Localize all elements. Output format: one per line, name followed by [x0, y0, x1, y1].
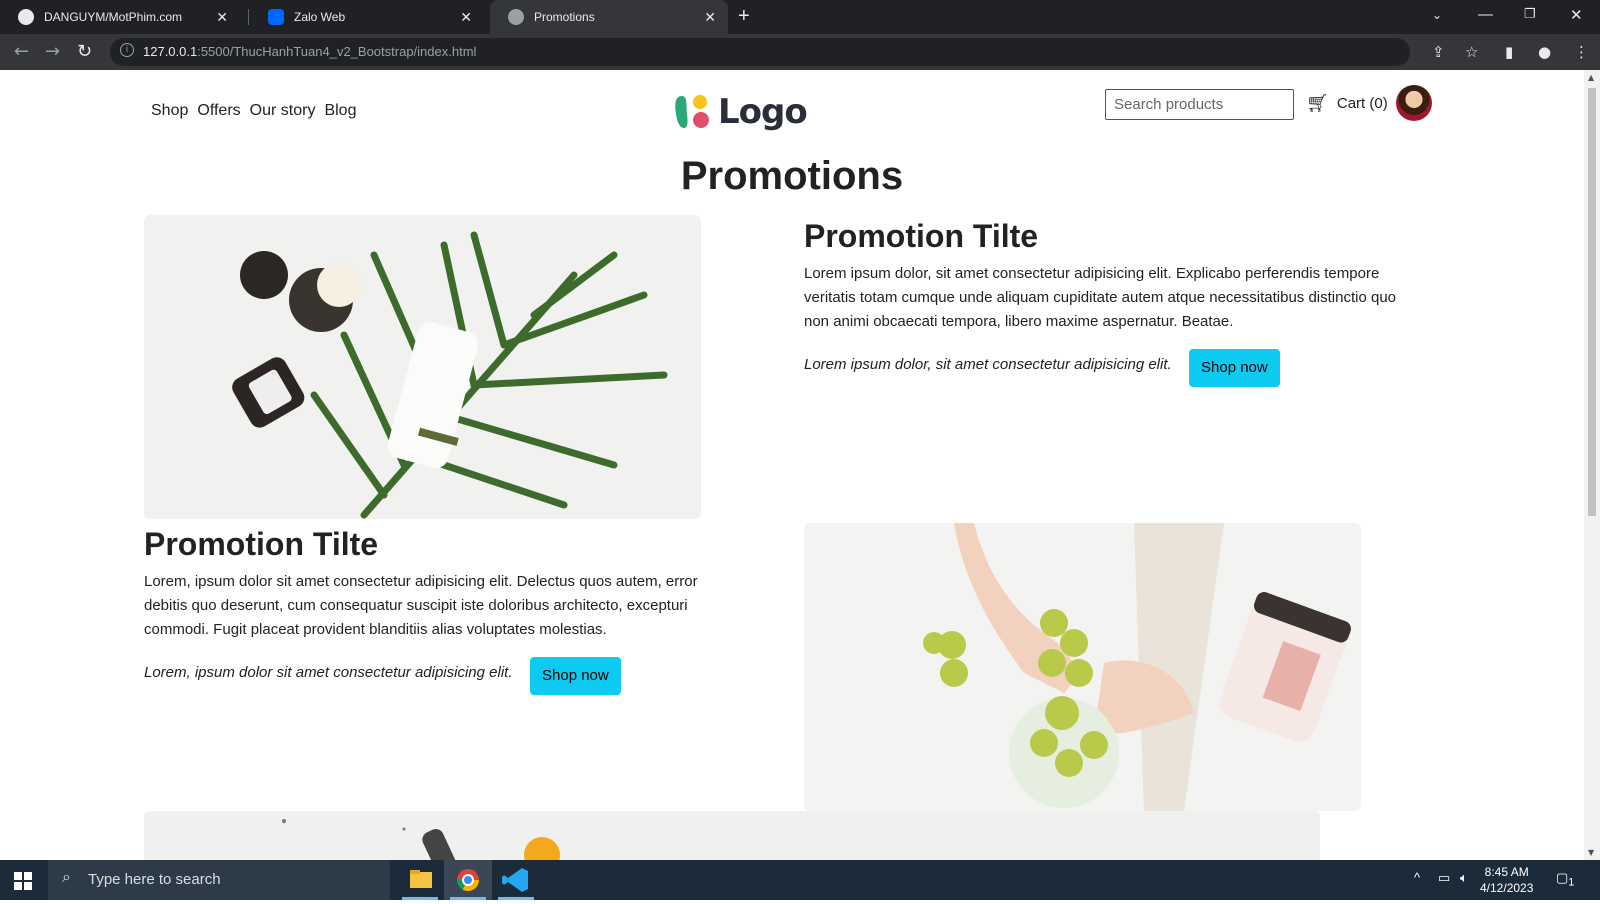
promotion-description-1: Lorem ipsum dolor, sit amet consectetur …: [804, 265, 1397, 330]
volume-muted-icon[interactable]: 🔈︎: [1460, 870, 1468, 886]
cart-label: Cart (0): [1336, 95, 1388, 112]
promotion-description-2: Lorem, ipsum dolor sit amet consectetur …: [144, 573, 698, 638]
nav-link-offers[interactable]: Offers: [197, 102, 240, 120]
logo-text: Logo: [718, 92, 808, 132]
browser-titlebar: DANGUYM/MotPhim.com ✕ Zalo Web ✕ Promoti…: [0, 0, 1600, 34]
main-nav: Shop Offers Our story Blog: [151, 102, 356, 120]
tab-promotions[interactable]: Promotions ✕: [490, 0, 728, 34]
tab-zalo[interactable]: Zalo Web ✕: [250, 0, 484, 34]
notification-count: 1: [1568, 876, 1575, 889]
network-icon[interactable]: ▭: [1438, 870, 1450, 886]
nav-link-blog[interactable]: Blog: [324, 102, 356, 120]
shop-now-button-2[interactable]: Shop now: [530, 657, 621, 695]
url-path: :5500/ThucHanhTuan4_v2_Bootstrap/index.h…: [197, 44, 477, 59]
close-icon[interactable]: ✕: [216, 9, 228, 26]
tab-label: Promotions: [534, 10, 595, 24]
tab-github[interactable]: DANGUYM/MotPhim.com ✕: [0, 0, 240, 34]
nav-link-shop[interactable]: Shop: [151, 102, 188, 120]
chrome-icon[interactable]: [444, 860, 492, 900]
promotion-image-1: [144, 215, 701, 519]
promotion-tagline-2: Lorem, ipsum dolor sit amet consectetur …: [144, 664, 513, 681]
back-arrow-icon[interactable]: ←: [14, 41, 29, 62]
forward-arrow-icon[interactable]: →: [45, 41, 60, 62]
tab-search-chevron-icon[interactable]: ⌄: [1432, 8, 1442, 22]
promotion-title-2: Promotion Tilte: [144, 526, 379, 562]
tab-label: DANGUYM/MotPhim.com: [44, 10, 183, 24]
address-bar[interactable]: i 127.0.0.1:5500/ThucHanhTuan4_v2_Bootst…: [110, 38, 1410, 66]
page-viewport: Shop Offers Our story Blog Logo Search p…: [0, 70, 1584, 860]
windows-taskbar: ⌕ Type here to search ^ ▭ 🔈︎ 8:45 AM 4/1…: [0, 860, 1600, 900]
page-title: Promotions: [680, 154, 904, 198]
tab-separator: [248, 9, 249, 25]
vscode-icon[interactable]: [492, 860, 540, 900]
github-icon: [18, 9, 34, 25]
tray-chevron-icon[interactable]: ^: [1414, 870, 1420, 885]
notification-icon[interactable]: ▢1: [1556, 870, 1574, 889]
cart-icon: 🛒︎: [1306, 93, 1329, 113]
side-panel-icon[interactable]: ▮: [1505, 43, 1513, 61]
promotion-image-2: [804, 523, 1361, 811]
new-tab-plus-icon[interactable]: +: [738, 5, 750, 28]
url-text[interactable]: 127.0.0.1:5500/ThucHanhTuan4_v2_Bootstra…: [143, 44, 476, 59]
tab-label: Zalo Web: [294, 10, 346, 24]
page-scrollbar[interactable]: ▲ ▼: [1584, 70, 1600, 860]
zalo-icon: [268, 9, 284, 25]
close-icon[interactable]: ✕: [460, 9, 472, 26]
avatar[interactable]: [1396, 85, 1432, 121]
promotion-title-1: Promotion Tilte: [804, 218, 1039, 254]
nav-link-our-story[interactable]: Our story: [250, 102, 316, 120]
reload-icon[interactable]: ↻: [77, 41, 92, 62]
browser-toolbar: ← → ↻ i 127.0.0.1:5500/ThucHanhTuan4_v2_…: [0, 34, 1600, 70]
file-explorer-icon[interactable]: [396, 860, 444, 900]
taskbar-search-placeholder: Type here to search: [88, 871, 221, 888]
scroll-up-arrow-icon[interactable]: ▲: [1588, 73, 1594, 82]
restore-icon[interactable]: ❐: [1524, 6, 1536, 22]
shop-now-button-1[interactable]: Shop now: [1189, 349, 1280, 387]
globe-icon: [508, 9, 524, 25]
promotion-image-3: [144, 811, 1320, 860]
search-icon: ⌕: [62, 869, 71, 886]
promotion-tagline-1: Lorem ipsum dolor, sit amet consectetur …: [804, 356, 1172, 373]
url-host: 127.0.0.1: [143, 44, 198, 59]
clock-date: 4/12/2023: [1480, 881, 1534, 895]
share-icon[interactable]: ⇪: [1432, 43, 1445, 61]
menu-kebab-icon[interactable]: ⋮: [1574, 43, 1589, 61]
windows-start-icon[interactable]: [14, 872, 32, 890]
minimize-icon[interactable]: —: [1478, 6, 1493, 23]
scrollbar-thumb[interactable]: [1588, 88, 1596, 516]
cart-button[interactable]: 🛒︎ Cart (0): [1306, 93, 1388, 114]
clock-time: 8:45 AM: [1484, 865, 1529, 879]
scroll-down-arrow-icon[interactable]: ▼: [1588, 848, 1594, 857]
logo-mark-icon: [675, 95, 709, 128]
profile-icon[interactable]: ●: [1538, 43, 1551, 61]
logo[interactable]: Logo: [672, 92, 808, 132]
site-info-icon[interactable]: i: [120, 43, 134, 57]
close-icon[interactable]: ✕: [704, 9, 716, 26]
search-input[interactable]: Search products: [1105, 89, 1294, 120]
window-close-icon[interactable]: ✕: [1570, 6, 1583, 24]
taskbar-search-input[interactable]: ⌕ Type here to search: [48, 860, 390, 900]
bookmark-star-icon[interactable]: ☆: [1465, 43, 1478, 61]
taskbar-clock[interactable]: 8:45 AM 4/12/2023: [1480, 864, 1533, 896]
